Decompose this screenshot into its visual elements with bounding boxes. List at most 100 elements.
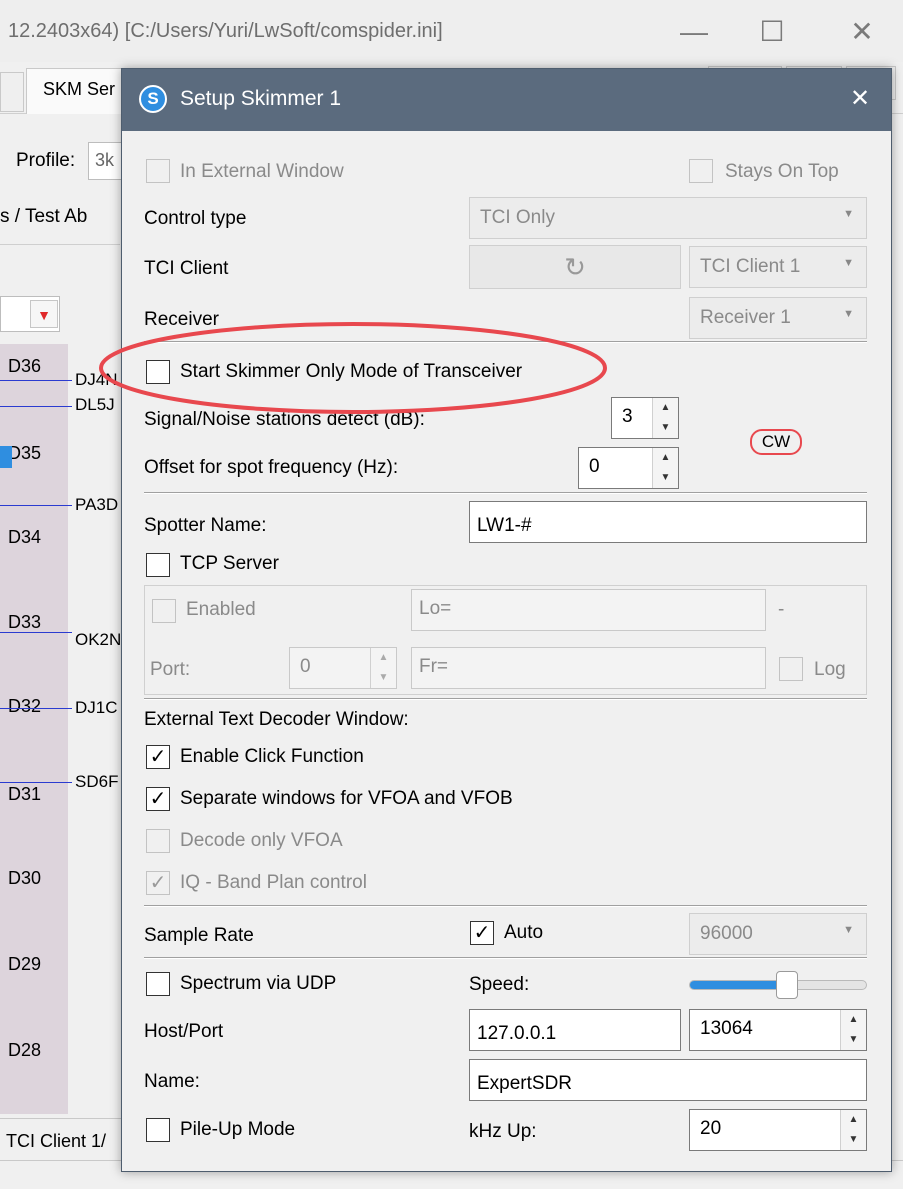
log-checkbox[interactable]	[779, 657, 803, 681]
profile-label: Profile:	[16, 150, 76, 171]
spin-down-icon[interactable]: ▼	[653, 468, 678, 488]
background-window-title: 12.2403x64) [C:/Users/Yuri/LwSoft/comspi…	[8, 20, 443, 42]
offset-label: Offset for spot frequency (Hz):	[144, 457, 399, 478]
spin-up-icon[interactable]: ▲	[653, 448, 678, 468]
divider	[144, 905, 867, 907]
spot-line	[0, 380, 72, 381]
scale-label: D32	[8, 696, 42, 716]
lo-field[interactable]: Lo=	[411, 589, 766, 631]
name-input[interactable]	[469, 1059, 867, 1101]
tcp-server-checkbox[interactable]	[146, 553, 170, 577]
stays-on-top-checkbox[interactable]	[689, 159, 713, 183]
speed-slider-thumb[interactable]	[776, 971, 798, 999]
chevron-down-icon: ▼	[843, 924, 854, 936]
log-label: Log	[814, 659, 846, 680]
enable-click-checkbox[interactable]: ✓	[146, 745, 170, 769]
spot-callsign[interactable]: PA3D	[75, 495, 118, 515]
cw-badge: CW	[750, 429, 802, 455]
port-value: 0	[300, 656, 311, 677]
tcp-enabled-label: Enabled	[186, 599, 256, 620]
offset-value: 0	[589, 456, 600, 477]
separate-windows-checkbox[interactable]: ✓	[146, 787, 170, 811]
host-port-label: Host/Port	[144, 1021, 224, 1042]
spin-down-icon[interactable]: ▼	[841, 1130, 866, 1150]
spin-up-icon[interactable]: ▲	[653, 398, 678, 418]
minimize-button[interactable]: —	[664, 12, 724, 52]
spot-callsign[interactable]: DJ1C	[75, 698, 118, 718]
receiver-select[interactable]: Receiver 1 ▼	[689, 297, 867, 339]
spin-up-icon[interactable]: ▲	[841, 1110, 866, 1130]
sample-rate-auto-label: Auto	[504, 922, 544, 943]
spin-down-icon[interactable]: ▼	[653, 418, 678, 438]
spectrum-udp-label: Spectrum via UDP	[180, 973, 337, 994]
app-logo-icon: S	[139, 85, 167, 113]
spin-up-icon[interactable]: ▲	[841, 1010, 866, 1030]
iq-band-plan-label: IQ - Band Plan control	[180, 872, 367, 893]
spotter-name-input[interactable]	[469, 501, 867, 543]
control-type-value: TCI Only	[480, 207, 555, 228]
tci-client-select[interactable]: TCI Client 1 ▼	[689, 246, 867, 288]
tab-skm-server[interactable]: SKM Ser	[26, 68, 136, 114]
dialog-titlebar[interactable]: S Setup Skimmer 1 ✕	[122, 69, 891, 131]
port-spinbox[interactable]: 0 ▲ ▼	[289, 647, 397, 689]
name-label: Name:	[144, 1071, 200, 1092]
scale-label: D34	[8, 527, 42, 547]
annotation-ellipse	[99, 322, 607, 414]
stays-on-top-label: Stays On Top	[725, 161, 839, 182]
maximize-button[interactable]: ☐	[742, 12, 802, 52]
in-external-window-label: In External Window	[180, 161, 344, 182]
scale-label: D30	[8, 868, 42, 888]
iq-band-plan-checkbox[interactable]: ✓	[146, 871, 170, 895]
host-input[interactable]	[469, 1009, 681, 1051]
sample-rate-value: 96000	[700, 923, 753, 944]
background-subtabs[interactable]: s / Test Ab	[0, 206, 87, 228]
spot-marker	[0, 446, 12, 468]
spot-callsign[interactable]: SD6F	[75, 772, 118, 792]
spin-down-icon[interactable]: ▼	[841, 1030, 866, 1050]
khz-up-spinbox[interactable]: 20 ▲ ▼	[689, 1109, 867, 1151]
scale-label: D35	[8, 443, 42, 463]
khz-up-value: 20	[700, 1118, 722, 1139]
chevron-down-icon: ▼	[843, 208, 854, 220]
spectrum-udp-checkbox[interactable]	[146, 972, 170, 996]
spot-callsign[interactable]: OK2N	[75, 630, 121, 650]
tab-previous[interactable]	[0, 72, 24, 112]
close-window-button[interactable]: ✕	[832, 12, 892, 52]
sample-rate-auto-checkbox[interactable]: ✓	[470, 921, 494, 945]
annotation-ellipse-shape	[99, 322, 607, 414]
decode-only-vfoa-checkbox[interactable]	[146, 829, 170, 853]
spin-up-icon[interactable]: ▲	[371, 648, 396, 668]
snr-detect-spinbox[interactable]: 3 ▲ ▼	[611, 397, 679, 439]
refresh-icon: ↻	[564, 252, 586, 282]
tcp-enabled-checkbox[interactable]	[152, 599, 176, 623]
pile-up-label: Pile-Up Mode	[180, 1119, 296, 1140]
pile-up-checkbox[interactable]	[146, 1118, 170, 1142]
separate-windows-label: Separate windows for VFOA and VFOB	[180, 788, 513, 809]
offset-spinbox[interactable]: 0 ▲ ▼	[578, 447, 679, 489]
spin-down-icon[interactable]: ▼	[371, 668, 396, 688]
receiver-value: Receiver 1	[700, 307, 791, 328]
scale-label: D31	[8, 784, 42, 804]
control-type-select[interactable]: TCI Only ▼	[469, 197, 867, 239]
refresh-button[interactable]: ↻	[469, 245, 681, 289]
scale-label: D28	[8, 1040, 42, 1060]
background-divider	[0, 244, 120, 245]
fr-field[interactable]: Fr=	[411, 647, 766, 689]
spot-line	[0, 708, 72, 709]
status-bar: TCI Client 1/	[0, 1118, 130, 1162]
port-udp-value: 13064	[700, 1018, 753, 1039]
sample-rate-select[interactable]: 96000 ▼	[689, 913, 867, 955]
in-external-window-checkbox[interactable]	[146, 159, 170, 183]
chevron-down-icon: ▼	[843, 257, 854, 269]
khz-up-label: kHz Up:	[469, 1121, 537, 1142]
port-udp-spinbox[interactable]: 13064 ▲ ▼	[689, 1009, 867, 1051]
speed-label: Speed:	[469, 974, 530, 995]
setup-skimmer-dialog: S Setup Skimmer 1 ✕ In External Window S…	[121, 68, 892, 1172]
scale-label: D36	[8, 356, 42, 376]
chevron-down-icon[interactable]: ▼	[30, 300, 58, 328]
spotter-name-label: Spotter Name:	[144, 515, 267, 536]
close-icon[interactable]: ✕	[840, 81, 880, 117]
ext-decoder-heading: External Text Decoder Window:	[144, 709, 409, 730]
speed-slider-fill	[690, 981, 788, 989]
scale-label: D29	[8, 954, 42, 974]
